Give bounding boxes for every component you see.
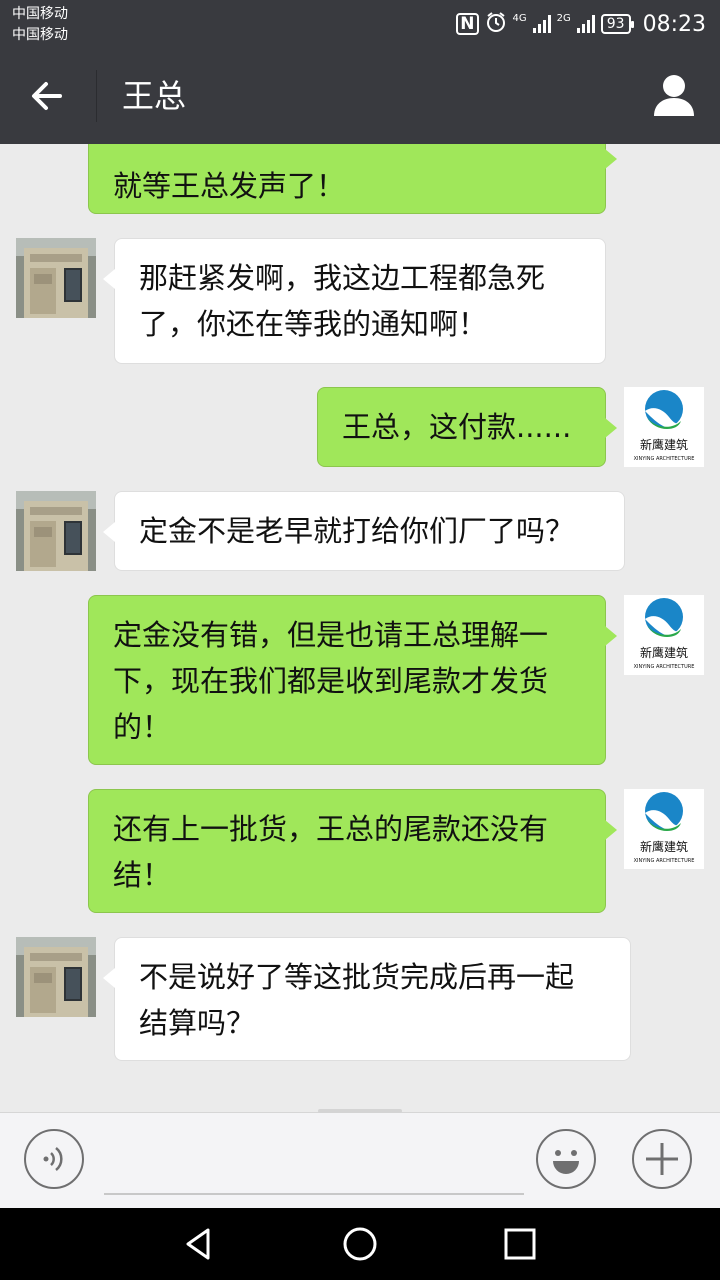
more-button[interactable]	[632, 1129, 692, 1189]
message-bubble-sent[interactable]: 就等王总发声了！	[88, 144, 617, 214]
plus-icon	[646, 1143, 678, 1175]
drag-handle[interactable]	[318, 1109, 402, 1113]
my-avatar[interactable]: 新鹰建筑 XINYING ARCHITECTURE	[624, 595, 704, 675]
message-bubble-sent[interactable]: 定金没有错，但是也请王总理解一 下，现在我们都是收到尾款才发货 的！	[88, 595, 617, 765]
nfc-icon: N	[456, 13, 479, 35]
company-logo-icon: 新鹰建筑 XINYING ARCHITECTURE	[624, 387, 704, 467]
smiley-icon	[553, 1150, 579, 1174]
alarm-icon	[485, 11, 507, 38]
logo-subtext: XINYING ARCHITECTURE	[634, 664, 695, 670]
building-photo-icon	[16, 238, 96, 318]
company-logo-icon: 新鹰建筑 XINYING ARCHITECTURE	[624, 595, 704, 675]
building-photo-icon	[16, 937, 96, 1017]
message-bubble-received[interactable]: 不是说好了等这批货完成后再一起 结算吗？	[103, 937, 631, 1061]
message-bubble-received[interactable]: 定金不是老早就打给你们厂了吗？	[103, 491, 625, 571]
building-photo-icon	[16, 491, 96, 571]
message-text-line: 的！	[113, 710, 172, 744]
voice-button[interactable]	[24, 1129, 84, 1189]
message-text-line: 还有上一批货，王总的尾款还没有	[113, 812, 549, 846]
clock: 08:23	[642, 11, 706, 37]
system-nav-bar	[0, 1208, 720, 1280]
logo-subtext: XINYING ARCHITECTURE	[634, 456, 695, 462]
message-text-line: 定金没有错，但是也请王总理解一	[113, 618, 549, 652]
profile-button[interactable]	[648, 70, 700, 122]
logo-text: 新鹰建筑	[640, 645, 688, 660]
message-bubble-sent[interactable]: 王总，这付款......	[317, 387, 617, 467]
message-text: 王总，这付款......	[342, 410, 572, 444]
contact-avatar[interactable]	[16, 238, 96, 318]
voice-icon	[43, 1147, 63, 1171]
message-bubble-received[interactable]: 那赶紧发啊，我这边工程都急死 了，你还在等我的通知啊！	[103, 238, 606, 364]
contact-avatar[interactable]	[16, 937, 96, 1017]
circle-home-icon	[343, 1227, 377, 1261]
chat-area[interactable]: 就等王总发声了！ 那赶紧发啊，我这边工程都急死 了，你还在等我的通知啊！ 王总，…	[0, 144, 720, 1112]
message-text-line: 结！	[113, 858, 172, 892]
battery-icon: 93	[600, 14, 634, 34]
logo-subtext: XINYING ARCHITECTURE	[634, 858, 695, 864]
logo-text: 新鹰建筑	[640, 437, 688, 452]
company-logo-icon: 新鹰建筑 XINYING ARCHITECTURE	[624, 789, 704, 869]
nav-recents-button[interactable]	[498, 1222, 542, 1266]
network-type-1: 4G	[512, 13, 527, 24]
message-text-line: 了，你还在等我的通知啊！	[139, 307, 488, 341]
contact-avatar[interactable]	[16, 491, 96, 571]
message-text-line: 不是说好了等这批货完成后再一起	[139, 960, 575, 994]
person-icon	[654, 75, 694, 116]
message-text: 定金不是老早就打给你们厂了吗？	[139, 514, 575, 548]
nav-back-button[interactable]	[178, 1222, 222, 1266]
status-bar: 中国移动 中国移动 N 4G 2G 93 08:23	[0, 0, 720, 48]
back-button[interactable]	[20, 68, 76, 124]
carrier-name-1: 中国移动	[12, 6, 68, 22]
message-text-line: 下，现在我们都是收到尾款才发货	[113, 664, 549, 698]
signal-icon-1	[532, 15, 551, 33]
my-avatar[interactable]: 新鹰建筑 XINYING ARCHITECTURE	[624, 387, 704, 467]
nav-home-button[interactable]	[338, 1222, 382, 1266]
emoji-button[interactable]	[536, 1129, 596, 1189]
message-text-line: 那赶紧发啊，我这边工程都急死	[139, 261, 546, 295]
signal-icon-2	[576, 15, 595, 33]
title-divider	[96, 70, 97, 122]
triangle-back-icon	[186, 1228, 210, 1260]
title-bar: 王总	[0, 48, 720, 144]
chat-title: 王总	[122, 77, 187, 115]
message-text-line: 结算吗？	[139, 1006, 256, 1040]
carrier-name-2: 中国移动	[12, 27, 68, 43]
arrow-left-icon	[32, 82, 62, 110]
input-bar	[0, 1109, 720, 1209]
network-type-2: 2G	[556, 13, 571, 24]
message-input[interactable]	[104, 1137, 524, 1195]
message-text: 就等王总发声了！	[113, 169, 346, 203]
my-avatar[interactable]: 新鹰建筑 XINYING ARCHITECTURE	[624, 789, 704, 869]
message-bubble-sent[interactable]: 还有上一批货，王总的尾款还没有 结！	[88, 789, 617, 913]
logo-text: 新鹰建筑	[640, 839, 688, 854]
square-recents-icon	[504, 1228, 536, 1260]
